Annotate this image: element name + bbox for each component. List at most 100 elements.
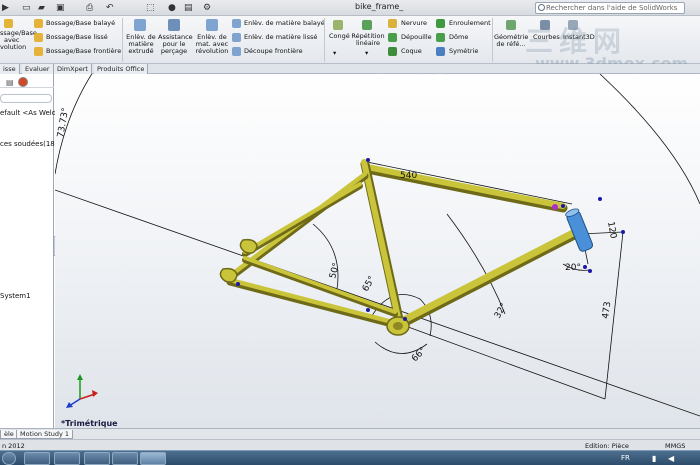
model-motion-tabs: èle Motion Study 1 <box>0 428 700 439</box>
dome-button[interactable]: Dôme <box>449 34 468 41</box>
undo-icon[interactable]: ↶ <box>106 2 114 14</box>
tree-filter-input[interactable] <box>0 94 52 103</box>
rib-icon <box>388 19 397 28</box>
feature-tree-tab-icon[interactable]: ▤ <box>6 78 14 87</box>
windows-taskbar: FR ▮ ◀ <box>0 450 700 465</box>
help-search-input[interactable]: Rechercher dans l'aide de SolidWorks <box>535 2 685 14</box>
seat-tube <box>361 159 402 325</box>
taskbar-active-app-icon[interactable] <box>140 452 166 465</box>
fillet-dropdown-icon[interactable]: ▾ <box>333 50 336 57</box>
document-title: bike_frame_ <box>355 2 404 11</box>
ribbon-divider <box>324 18 325 62</box>
tab-dimxpert[interactable]: DimXpert <box>54 64 92 74</box>
rib-button[interactable]: Nervure <box>401 20 427 27</box>
solidworks-logo-icon[interactable]: ▶ <box>2 2 9 14</box>
dim-20-deg[interactable]: 20° <box>565 263 581 273</box>
volume-tray-icon[interactable]: ◀ <box>668 454 674 463</box>
dim-120[interactable]: 120 <box>605 221 618 240</box>
tab-motion-study-1[interactable]: Motion Study 1 <box>16 430 74 439</box>
apply-scene-icon[interactable]: ◐ <box>443 74 451 76</box>
appearance-tab-icon[interactable] <box>18 77 28 87</box>
network-tray-icon[interactable]: ▮ <box>652 454 656 463</box>
status-edit-mode: Edition: Pièce <box>585 442 629 450</box>
dim-73-73-deg[interactable]: 73.73° <box>56 107 71 139</box>
hide-show-items-icon[interactable]: ◉ <box>415 74 423 76</box>
section-view-icon[interactable]: ◧ <box>367 74 376 76</box>
taskbar-explorer-icon[interactable] <box>24 452 50 465</box>
swept-boss-button[interactable]: Bossage/Base balayé <box>46 20 115 27</box>
bike-frame-model: 540 120 473 20° 50° 65° 32° 66° 73.73° <box>55 74 700 417</box>
status-version-text: n 2012 <box>2 442 25 450</box>
lofted-cut-icon <box>232 33 241 42</box>
dim-50-deg[interactable]: 50° <box>328 262 342 280</box>
dim-473[interactable]: 473 <box>601 301 613 319</box>
start-button[interactable] <box>2 452 16 465</box>
pattern-dropdown-icon[interactable]: ▾ <box>365 50 368 57</box>
open-folder-icon[interactable]: ▰ <box>38 2 45 14</box>
print-icon[interactable]: ⎙ <box>86 2 93 14</box>
hole-wizard-icon[interactable] <box>168 19 180 31</box>
dim-65-deg[interactable]: 65° <box>361 275 378 294</box>
select-cursor-icon[interactable]: ⬚ <box>146 2 155 14</box>
tab-features[interactable]: isse <box>0 64 20 74</box>
zoom-area-icon[interactable]: ⊕ <box>339 74 347 76</box>
tree-item-cut-list[interactable]: ces soudées(18) <box>0 140 57 148</box>
lofted-cut-button[interactable]: Enlèv. de matière lissé <box>244 34 317 41</box>
dim-line-base <box>399 323 606 400</box>
dim-66-deg[interactable]: 66° <box>410 346 428 364</box>
boundary-cut-button[interactable]: Découpe frontière <box>244 48 303 55</box>
revolve-boss-icon[interactable] <box>4 19 13 28</box>
zoom-to-fit-icon[interactable]: ⊕ <box>325 74 333 76</box>
ribbon-divider <box>492 18 493 62</box>
boundary-boss-button[interactable]: Bossage/Base frontière <box>46 48 121 55</box>
mirror-button[interactable]: Symétrie <box>449 48 478 55</box>
command-tabs: isse Evaluer DimXpert Produits Office <box>0 64 700 74</box>
revolved-cut-label-3: révolution <box>195 47 229 55</box>
previous-view-icon[interactable]: ↶ <box>353 74 361 76</box>
dim-540[interactable]: 540 <box>400 171 417 181</box>
frame-tubes <box>226 159 580 330</box>
extruded-cut-icon[interactable] <box>134 19 146 31</box>
mirror-icon <box>436 47 445 56</box>
taskbar-media-icon[interactable] <box>84 452 110 465</box>
status-bar: n 2012 Edition: Pièce MMGS <box>0 439 700 450</box>
head-tube <box>565 208 594 252</box>
view-orientation-label: *Trimétrique <box>61 419 118 428</box>
view-settings-icon[interactable]: ▤ <box>459 74 468 76</box>
save-icon[interactable]: ▣ <box>56 2 65 14</box>
taskbar-browser-icon[interactable] <box>54 452 80 465</box>
arc-right <box>599 74 700 205</box>
linear-pattern-icon[interactable] <box>362 20 372 30</box>
revolved-cut-icon[interactable] <box>206 19 218 31</box>
selection-point <box>552 204 558 210</box>
ribbon-divider <box>122 18 123 62</box>
new-document-icon[interactable]: ▭ <box>22 2 31 14</box>
display-style-icon[interactable]: ◩ <box>399 74 408 76</box>
wrap-button[interactable]: Enroulement <box>449 20 491 27</box>
tab-evaluate[interactable]: Evaluer <box>22 64 54 74</box>
shell-icon <box>388 47 397 56</box>
bottom-bracket-bore <box>393 322 403 330</box>
tab-office-products[interactable]: Produits Office <box>94 64 149 74</box>
seat-stay-2 <box>243 182 362 254</box>
taskbar-solidworks-icon[interactable] <box>112 452 138 465</box>
edit-appearance-icon[interactable]: ● <box>429 74 437 76</box>
swept-cut-button[interactable]: Enlèv. de matière balayé <box>244 20 325 27</box>
lofted-boss-button[interactable]: Bossage/Base lissé <box>46 34 108 41</box>
options-gear-icon[interactable]: ⚙ <box>203 2 211 14</box>
view-orientation-icon[interactable]: ▣ <box>383 74 392 76</box>
dim-line-540 <box>366 161 573 205</box>
rebuild-icon[interactable]: ● <box>168 2 176 14</box>
language-indicator[interactable]: FR <box>621 454 630 462</box>
shell-button[interactable]: Coque <box>401 48 422 55</box>
reference-geometry-icon[interactable] <box>506 20 516 30</box>
tree-item-coordinate-system[interactable]: System1 <box>0 292 31 300</box>
tree-item-configuration[interactable]: efault <As Welde <box>0 109 60 117</box>
panel-tab-icons: ▤ <box>0 76 54 88</box>
dim-32-deg[interactable]: 32° <box>493 302 510 321</box>
file-properties-icon[interactable]: ▤ <box>184 2 193 14</box>
graphics-viewport[interactable]: 540 120 473 20° 50° 65° 32° 66° 73.73° ⊕… <box>55 74 700 428</box>
draft-button[interactable]: Dépouille <box>401 34 432 41</box>
fillet-icon[interactable] <box>333 20 343 30</box>
status-units[interactable]: MMGS <box>665 442 685 450</box>
